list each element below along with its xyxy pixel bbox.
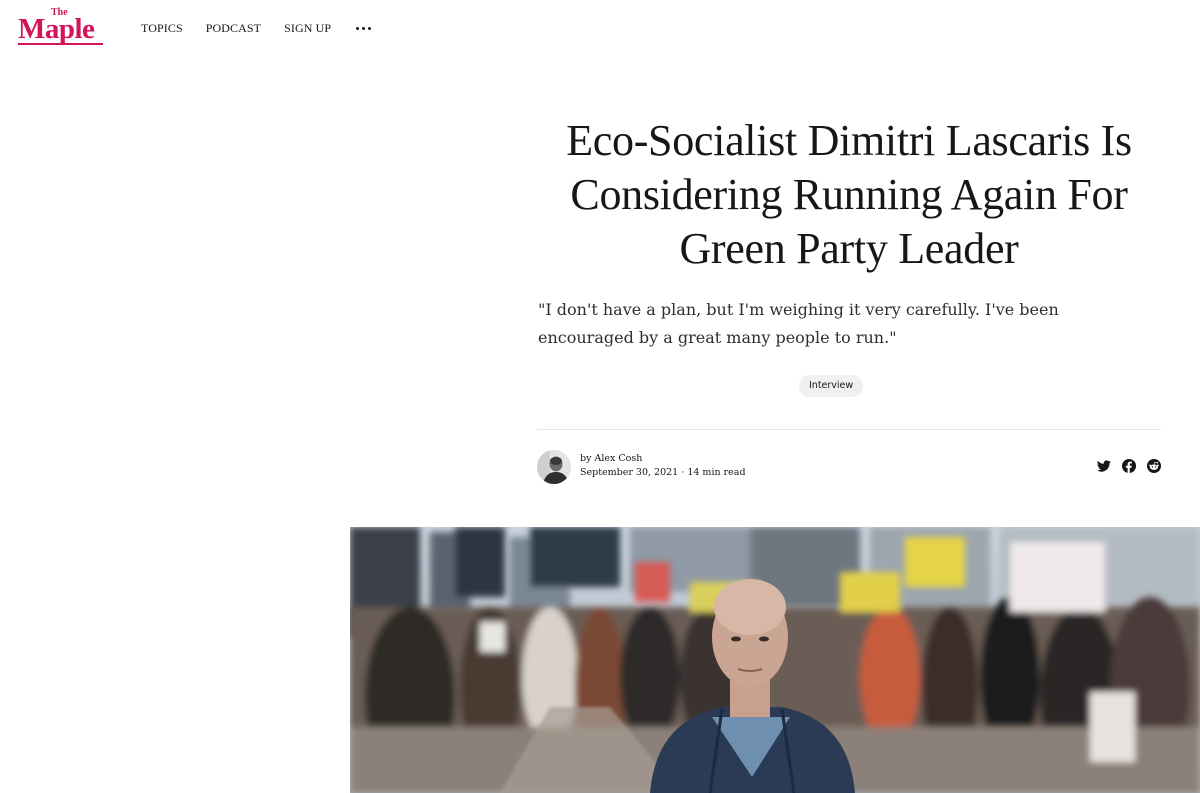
twitter-icon[interactable]	[1097, 458, 1111, 472]
author-name[interactable]: by Alex Cosh	[580, 453, 642, 464]
site-header: The Maple TOPICS PODCAST SIGN UP	[0, 0, 1200, 56]
meta-separator: ·	[681, 467, 685, 478]
article-title: Eco-Socialist Dimitri Lascaris Is Consid…	[566, 116, 1132, 273]
ellipsis-icon[interactable]	[354, 23, 373, 34]
main-nav: TOPICS PODCAST SIGN UP	[141, 20, 373, 36]
share-buttons	[1097, 458, 1161, 473]
reddit-icon[interactable]	[1147, 458, 1161, 473]
logo-name: Maple	[18, 13, 95, 45]
author-photo	[537, 450, 571, 484]
author-avatar[interactable]	[537, 450, 571, 484]
logo-underline	[18, 43, 103, 45]
nav-item-sign-up[interactable]: SIGN UP	[284, 21, 331, 36]
divider	[537, 429, 1161, 430]
byline-author: by Alex Cosh	[580, 452, 642, 466]
feature-photo-street-march	[350, 527, 1200, 793]
publish-date: September 30, 2021	[580, 467, 679, 478]
article-excerpt: "I don't have a plan, but I'm weighing i…	[538, 300, 1059, 347]
byline-meta: September 30, 2021 · 14 min read	[580, 466, 746, 480]
nav-item-podcast[interactable]: PODCAST	[206, 21, 261, 36]
read-time: 14 min read	[687, 467, 746, 478]
tag-interview[interactable]: Interview	[799, 375, 864, 397]
facebook-icon[interactable]	[1122, 458, 1136, 473]
site-logo[interactable]: The Maple	[18, 8, 108, 48]
feature-image	[350, 527, 1200, 793]
nav-item-topics[interactable]: TOPICS	[141, 21, 183, 36]
